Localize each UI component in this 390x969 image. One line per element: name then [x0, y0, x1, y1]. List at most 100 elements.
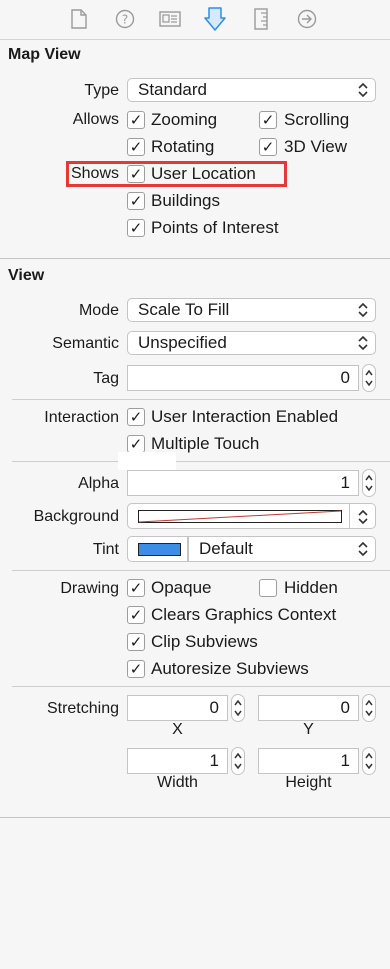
3d-view-checkbox[interactable]: ✓	[259, 138, 277, 156]
tint-color-well[interactable]	[127, 536, 188, 562]
tint-value: Default	[199, 539, 253, 558]
popup-arrows-icon	[358, 335, 368, 351]
popup-arrows-icon	[358, 82, 368, 98]
background-color-well[interactable]	[127, 503, 350, 529]
stretch-height-field[interactable]: 1	[258, 748, 359, 774]
checkmark-icon: ✓	[129, 435, 143, 453]
stretching-label: Stretching	[46, 700, 119, 717]
popup-arrows-icon	[358, 509, 368, 525]
user-interaction-checkbox[interactable]: ✓	[127, 408, 145, 426]
checkmark-icon: ✓	[129, 633, 143, 651]
multiple-touch-checkbox[interactable]: ✓	[127, 435, 145, 453]
identity-icon[interactable]	[159, 8, 181, 30]
mode-popup[interactable]: Scale To Fill	[127, 298, 376, 322]
drawing-label: Drawing	[60, 580, 119, 597]
tag-label: Tag	[93, 370, 119, 387]
shows-label: Shows	[70, 165, 119, 182]
section-divider	[0, 817, 390, 818]
points-of-interest-checkbox[interactable]: ✓	[127, 219, 145, 237]
stretch-y-caption: Y	[303, 721, 314, 738]
autoresize-subviews-label: Autoresize Subviews	[151, 659, 309, 678]
rotating-checkbox[interactable]: ✓	[127, 138, 145, 156]
stretch-x-field[interactable]: 0	[127, 695, 228, 721]
semantic-label: Semantic	[52, 335, 119, 352]
clear-color-swatch	[138, 510, 342, 523]
mode-value: Scale To Fill	[138, 300, 230, 319]
inspector-toolbar: ?	[0, 0, 390, 40]
checkmark-icon: ✓	[129, 408, 143, 426]
divider	[12, 399, 390, 400]
stretch-y-stepper[interactable]	[362, 694, 376, 722]
checkmark-icon: ✓	[129, 579, 143, 597]
stretch-y-field[interactable]: 0	[258, 695, 359, 721]
background-popup-button[interactable]	[350, 503, 376, 529]
autoresize-subviews-checkbox[interactable]: ✓	[127, 660, 145, 678]
checkmark-icon: ✓	[129, 138, 143, 156]
checkmark-icon: ✓	[129, 165, 143, 183]
type-popup[interactable]: Standard	[127, 78, 376, 102]
help-icon[interactable]: ?	[114, 8, 136, 30]
hidden-checkbox[interactable]	[259, 579, 277, 597]
semantic-popup[interactable]: Unspecified	[127, 331, 376, 355]
background-label: Background	[33, 508, 119, 525]
allows-label: Allows	[72, 111, 119, 128]
tint-label: Tint	[92, 541, 119, 558]
opaque-checkbox[interactable]: ✓	[127, 579, 145, 597]
connections-icon[interactable]	[296, 8, 318, 30]
rotating-label: Rotating	[151, 137, 215, 156]
checkmark-icon: ✓	[129, 660, 143, 678]
divider	[12, 461, 390, 462]
stretch-height-caption: Height	[285, 774, 332, 791]
interaction-label: Interaction	[44, 409, 119, 426]
alpha-field[interactable]: 1	[127, 470, 359, 496]
checkmark-icon: ✓	[129, 111, 143, 129]
clears-graphics-context-checkbox[interactable]: ✓	[127, 606, 145, 624]
opaque-label: Opaque	[151, 578, 212, 597]
clip-subviews-checkbox[interactable]: ✓	[127, 633, 145, 651]
stretch-width-caption: Width	[157, 774, 198, 791]
user-location-checkbox[interactable]: ✓	[127, 165, 145, 183]
checkmark-icon: ✓	[129, 219, 143, 237]
buildings-label: Buildings	[151, 191, 220, 210]
overlay-blank	[118, 452, 176, 470]
checkmark-icon: ✓	[261, 111, 275, 129]
checkmark-icon: ✓	[129, 192, 143, 210]
alpha-label: Alpha	[78, 475, 119, 492]
multiple-touch-label: Multiple Touch	[151, 434, 260, 453]
buildings-checkbox[interactable]: ✓	[127, 192, 145, 210]
tag-stepper[interactable]	[362, 364, 376, 392]
hidden-label: Hidden	[284, 578, 338, 597]
points-of-interest-label: Points of Interest	[151, 218, 279, 237]
user-location-label: User Location	[151, 164, 256, 183]
zooming-checkbox[interactable]: ✓	[127, 111, 145, 129]
stretch-width-stepper[interactable]	[231, 747, 245, 775]
tint-popup[interactable]: Default	[188, 536, 376, 562]
stretch-x-stepper[interactable]	[231, 694, 245, 722]
3d-view-label: 3D View	[284, 137, 347, 156]
semantic-value: Unspecified	[138, 333, 227, 352]
popup-arrows-icon	[358, 302, 368, 318]
stretch-height-stepper[interactable]	[362, 747, 376, 775]
checkmark-icon: ✓	[261, 138, 275, 156]
type-label: Type	[84, 82, 119, 99]
svg-text:?: ?	[122, 13, 128, 27]
size-icon[interactable]	[250, 8, 272, 30]
user-interaction-label: User Interaction Enabled	[151, 407, 339, 426]
scrolling-checkbox[interactable]: ✓	[259, 111, 277, 129]
divider	[12, 686, 390, 687]
scrolling-label: Scrolling	[284, 110, 350, 129]
stretch-x-caption: X	[172, 721, 183, 738]
checkmark-icon: ✓	[129, 606, 143, 624]
section-title-view: View	[8, 267, 45, 284]
file-icon[interactable]	[68, 8, 90, 30]
zooming-label: Zooming	[151, 110, 218, 129]
divider	[12, 570, 390, 571]
alpha-stepper[interactable]	[362, 469, 376, 497]
clears-graphics-context-label: Clears Graphics Context	[151, 605, 337, 624]
popup-arrows-icon	[358, 541, 368, 557]
tag-field[interactable]: 0	[127, 365, 359, 391]
attributes-icon[interactable]	[204, 7, 226, 31]
stretch-width-field[interactable]: 1	[127, 748, 228, 774]
clip-subviews-label: Clip Subviews	[151, 632, 258, 651]
type-value: Standard	[138, 80, 207, 99]
